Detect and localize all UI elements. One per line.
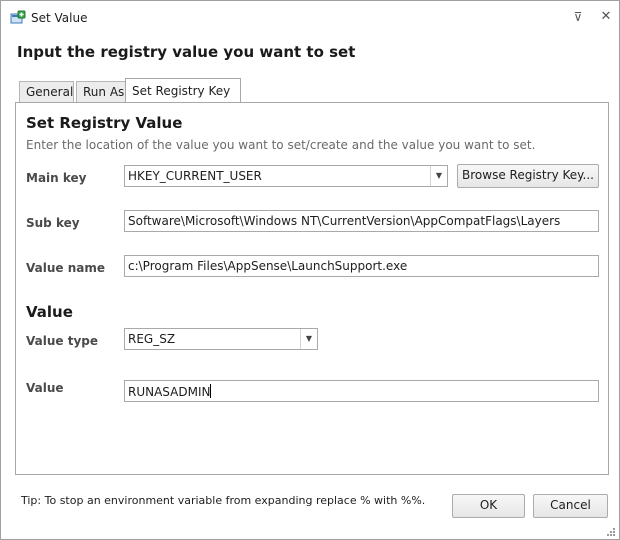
ok-button[interactable]: OK	[452, 494, 525, 518]
window-title: Set Value	[31, 11, 88, 25]
value-label: Value	[26, 381, 64, 395]
text-caret	[210, 384, 212, 398]
tip-text: Tip: To stop an environment variable fro…	[21, 494, 426, 507]
value-type-value: REG_SZ	[128, 332, 176, 346]
close-icon[interactable]: ✕	[598, 9, 614, 25]
registry-set-icon	[10, 10, 26, 26]
title-bar[interactable]: Set Value ⊽ ✕	[1, 1, 619, 35]
main-key-value: HKEY_CURRENT_USER	[128, 169, 262, 183]
value-name-field[interactable]: c:\Program Files\AppSense\LaunchSupport.…	[124, 255, 599, 277]
chevron-down-icon[interactable]: ▼	[430, 166, 447, 186]
pin-icon[interactable]: ⊽	[570, 9, 586, 25]
value-field-text: RUNASADMIN	[128, 385, 211, 399]
resize-grip-icon[interactable]	[606, 526, 616, 536]
value-name-label: Value name	[26, 261, 105, 275]
sub-key-field[interactable]: Software\Microsoft\Windows NT\CurrentVer…	[124, 210, 599, 232]
tab-set-registry-key[interactable]: Set Registry Key	[125, 78, 241, 102]
main-key-label: Main key	[26, 171, 87, 185]
value-section-title: Value	[26, 303, 73, 321]
cancel-button[interactable]: Cancel	[533, 494, 608, 518]
main-key-combo[interactable]: HKEY_CURRENT_USER ▼	[124, 165, 448, 187]
sub-key-label: Sub key	[26, 216, 80, 230]
set-value-window: Set Value ⊽ ✕ Input the registry value y…	[0, 0, 620, 540]
tab-panel: Set Registry Value Enter the location of…	[15, 102, 609, 475]
tab-general[interactable]: General	[19, 81, 74, 102]
browse-registry-key-button[interactable]: Browse Registry Key...	[457, 164, 599, 188]
browse-registry-key-label: Browse Registry Key...	[462, 168, 594, 182]
registry-description: Enter the location of the value you want…	[26, 138, 536, 152]
chevron-down-icon[interactable]: ▼	[300, 329, 317, 349]
tab-run-as[interactable]: Run As	[76, 81, 132, 102]
value-field[interactable]: RUNASADMIN	[124, 380, 599, 402]
value-type-combo[interactable]: REG_SZ ▼	[124, 328, 318, 350]
page-title: Input the registry value you want to set	[17, 43, 356, 61]
set-registry-value-title: Set Registry Value	[26, 114, 183, 132]
value-type-label: Value type	[26, 334, 98, 348]
